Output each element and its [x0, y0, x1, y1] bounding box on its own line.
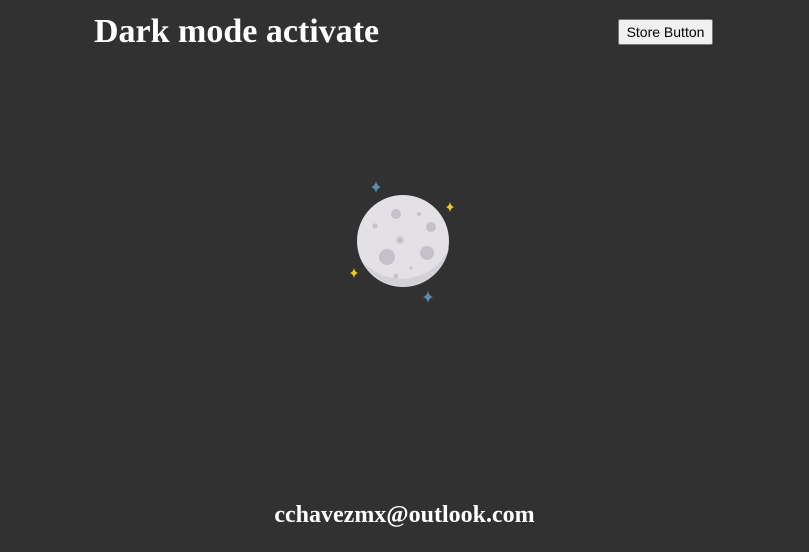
footer-email: cchavezmx@outlook.com [274, 502, 535, 528]
moon-illustration [340, 172, 470, 312]
store-button[interactable]: Store Button [618, 19, 713, 45]
sparkle-blue-top-icon [371, 181, 381, 193]
sparkle-yellow-left-icon [350, 268, 358, 278]
sparkle-blue-bottom-icon [423, 291, 433, 303]
sparkle-yellow-right-icon [446, 202, 454, 212]
page-title: Dark mode activate [94, 13, 380, 50]
moon-with-sparkles-icon [350, 181, 454, 303]
moon-icon [357, 195, 449, 287]
